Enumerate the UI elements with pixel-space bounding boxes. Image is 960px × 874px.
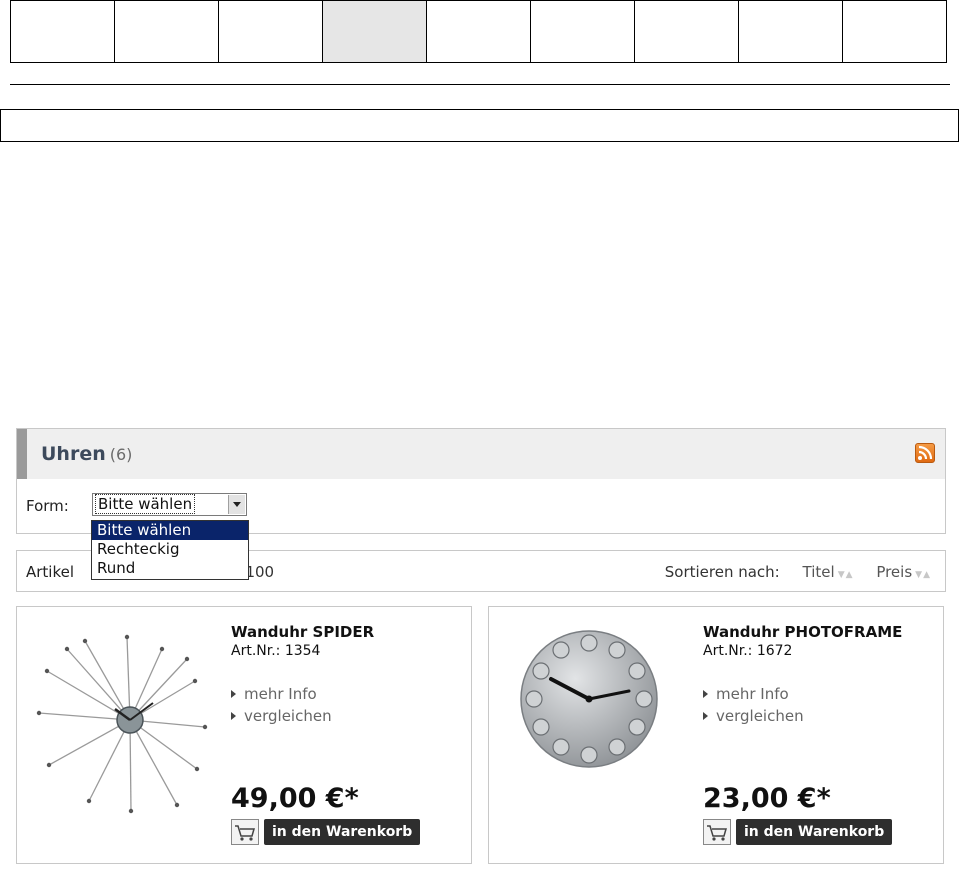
- form-select[interactable]: Bitte wählen: [92, 493, 247, 516]
- triangle-right-icon: [703, 690, 708, 698]
- sort-area: Sortieren nach: Titel ▼▲ Preis ▼▲: [665, 563, 931, 581]
- empty-bar: [0, 109, 959, 142]
- triangle-right-icon: [231, 712, 236, 720]
- top-nav-grid: [10, 0, 947, 63]
- add-to-cart-button[interactable]: in den Warenkorb: [703, 819, 893, 847]
- filter-label: Form:: [26, 497, 69, 515]
- compare-label: vergleichen: [244, 707, 332, 725]
- dropdown-option[interactable]: Bitte wählen: [92, 521, 248, 540]
- category-title-text: Uhren: [41, 443, 106, 465]
- category-count: (6): [109, 445, 133, 464]
- category-title: Uhren (6): [41, 443, 132, 465]
- chevron-down-icon[interactable]: [228, 495, 245, 514]
- spider-clock-image[interactable]: [27, 619, 227, 819]
- nav-cell[interactable]: [738, 0, 842, 63]
- sort-arrows-icon[interactable]: ▼▲: [838, 570, 854, 580]
- compare-link[interactable]: vergleichen: [703, 707, 804, 725]
- category-panel: Uhren (6) Form: Bitte wählen: [16, 428, 946, 534]
- product-price: 49,00 €*: [231, 783, 359, 814]
- product-art-nr: Art.Nr.: 1354: [231, 643, 321, 659]
- nav-cell[interactable]: [530, 0, 634, 63]
- triangle-right-icon: [703, 712, 708, 720]
- product-title[interactable]: Wanduhr SPIDER: [231, 623, 374, 641]
- nav-cell[interactable]: [842, 0, 947, 63]
- photoframe-clock-image[interactable]: [499, 619, 699, 819]
- add-to-cart-label[interactable]: in den Warenkorb: [264, 819, 421, 845]
- product-price: 23,00 €*: [703, 783, 831, 814]
- divider-line: [10, 84, 950, 85]
- cart-icon[interactable]: [703, 819, 731, 845]
- nav-cell[interactable]: [426, 0, 530, 63]
- product-art-nr: Art.Nr.: 1672: [703, 643, 793, 659]
- nav-cell[interactable]: [218, 0, 322, 63]
- compare-link[interactable]: vergleichen: [231, 707, 332, 725]
- dropdown-option[interactable]: Rechteckig: [92, 540, 248, 559]
- nav-cell[interactable]: [114, 0, 218, 63]
- articles-label: Artikel: [26, 563, 75, 581]
- product-card: Wanduhr PHOTOFRAME Art.Nr.: 1672 mehr In…: [488, 606, 944, 864]
- nav-cell[interactable]: [634, 0, 738, 63]
- more-info-link[interactable]: mehr Info: [703, 685, 789, 703]
- compare-label: vergleichen: [716, 707, 804, 725]
- category-header: Uhren (6): [17, 429, 945, 479]
- sort-option-title[interactable]: Titel ▼▲: [803, 563, 854, 581]
- add-to-cart-label[interactable]: in den Warenkorb: [736, 819, 893, 845]
- sort-price-label: Preis: [876, 563, 913, 581]
- form-dropdown-list: Bitte wählen Rechteckig Rund: [91, 520, 249, 580]
- per-page-100[interactable]: 100: [245, 563, 274, 581]
- more-info-label: mehr Info: [244, 685, 317, 703]
- sort-label: Sortieren nach:: [664, 563, 780, 581]
- sort-option-price[interactable]: Preis ▼▲: [876, 563, 931, 581]
- dropdown-option[interactable]: Rund: [92, 559, 248, 578]
- add-to-cart-button[interactable]: in den Warenkorb: [231, 819, 421, 847]
- sort-arrows-icon[interactable]: ▼▲: [915, 570, 931, 580]
- form-select-value: Bitte wählen: [94, 494, 196, 514]
- triangle-right-icon: [231, 690, 236, 698]
- nav-cell[interactable]: [10, 0, 114, 63]
- more-info-label: mehr Info: [716, 685, 789, 703]
- cart-icon[interactable]: [231, 819, 259, 845]
- sort-title-label: Titel: [802, 563, 835, 581]
- product-card: Wanduhr SPIDER Art.Nr.: 1354 mehr Info v…: [16, 606, 472, 864]
- more-info-link[interactable]: mehr Info: [231, 685, 317, 703]
- product-title[interactable]: Wanduhr PHOTOFRAME: [703, 623, 902, 641]
- nav-cell-active[interactable]: [322, 0, 426, 63]
- rss-icon[interactable]: [915, 443, 935, 463]
